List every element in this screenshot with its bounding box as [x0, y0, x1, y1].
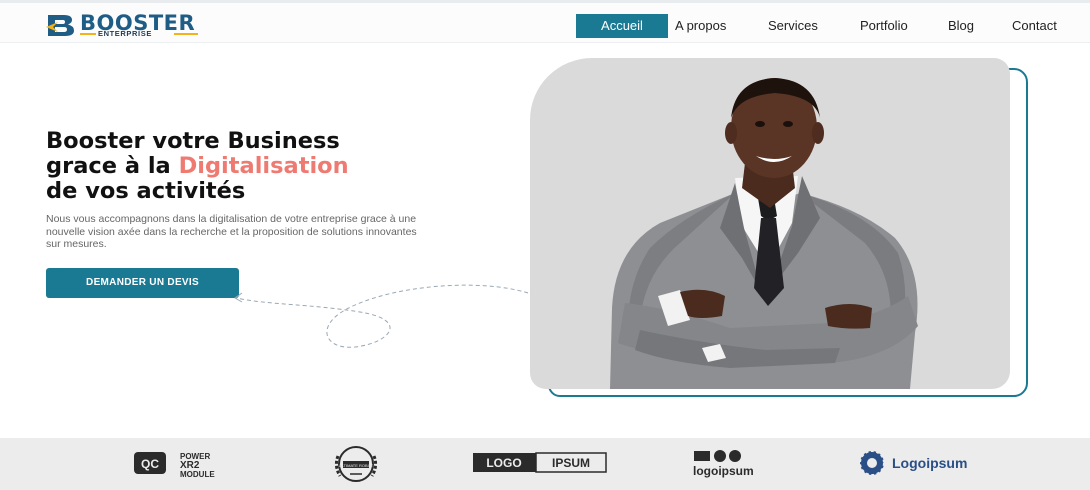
award-text: ULTIMATE ROBOT — [339, 463, 374, 468]
power-module-icon: QC POWER XR2 MODULE — [134, 452, 215, 479]
request-quote-button[interactable]: DEMANDER UN DEVIS — [46, 268, 239, 298]
partner-logo-logo-ipsum: LOGO IPSUM — [472, 438, 608, 490]
brand-underline-left — [80, 33, 96, 35]
laurel-award-icon: ULTIMATE ROBOT — [334, 446, 378, 482]
landing-page: BOOSTER ENTERPRISE Accueil A propos Serv… — [0, 0, 1090, 490]
logoipsum-mark-text: logoipsum — [693, 464, 754, 478]
hero-photo — [530, 58, 1010, 389]
partner-logo-logoipsum-mark: logoipsum — [690, 438, 780, 490]
hero-title-line-1: Booster votre Business — [46, 128, 340, 154]
brand-underline-right — [174, 33, 198, 35]
partner-logo-power-module: QC POWER XR2 MODULE — [134, 438, 244, 490]
logoipsum-gear-icon: Logoipsum — [859, 450, 967, 476]
logoipsum-dots-icon: logoipsum — [693, 450, 754, 478]
site-header: BOOSTER ENTERPRISE Accueil A propos Serv… — [0, 3, 1090, 43]
power-badge-text: QC — [141, 457, 159, 471]
decorative-dashed-arrow — [234, 284, 529, 348]
power-line-3: MODULE — [180, 470, 215, 479]
hero-title-line-2-prefix: grace à la — [46, 153, 179, 179]
logo-ipsum-wordmark-icon: LOGO IPSUM — [473, 452, 607, 473]
nav-item-services[interactable]: Services — [768, 14, 818, 38]
businessman-illustration — [610, 78, 918, 389]
hero-title: Booster votre Business grace à la Digita… — [46, 129, 466, 204]
hero-description: Nous vous accompagnons dans la digitalis… — [46, 213, 417, 251]
partner-logo-logoipsum-badge: Logoipsum — [856, 438, 996, 490]
brand-logo[interactable]: BOOSTER ENTERPRISE — [46, 12, 206, 39]
logoipsum-badge-text: Logoipsum — [892, 455, 967, 471]
nav-item-a-propos[interactable]: A propos — [675, 14, 726, 38]
brand-b-mark-icon — [46, 15, 74, 36]
nav-item-contact[interactable]: Contact — [1012, 14, 1057, 38]
nav-item-blog[interactable]: Blog — [948, 14, 974, 38]
hero-title-line-3: de vos activités — [46, 178, 246, 204]
partner-logo-award: ULTIMATE ROBOT — [324, 438, 388, 490]
logo-ipsum-right: IPSUM — [552, 456, 590, 470]
nav-item-accueil[interactable]: Accueil — [576, 14, 668, 38]
partner-logos-strip: QC POWER XR2 MODULE ULTIMATE ROBOT LOGO … — [0, 438, 1090, 490]
nav-item-portfolio[interactable]: Portfolio — [860, 14, 908, 38]
logo-ipsum-left: LOGO — [486, 456, 521, 470]
brand-tagline: ENTERPRISE — [98, 29, 152, 38]
hero-title-highlight: Digitalisation — [178, 153, 349, 179]
